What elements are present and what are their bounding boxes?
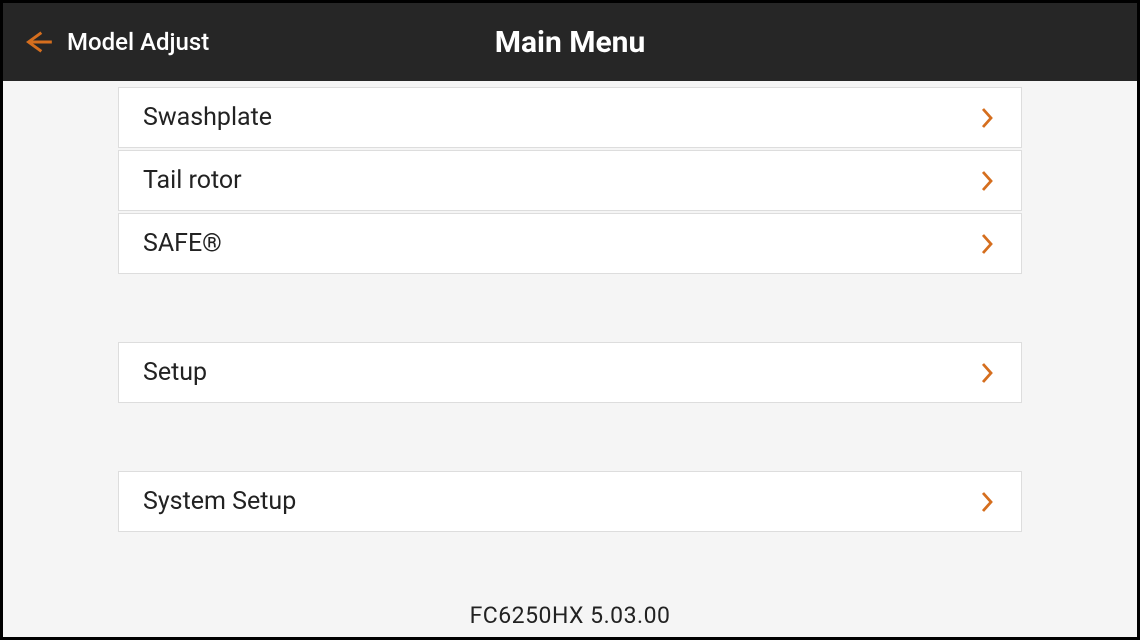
- menu-item-system-setup[interactable]: System Setup: [118, 471, 1022, 532]
- menu-label: Swashplate: [143, 103, 272, 132]
- back-button[interactable]: Model Adjust: [23, 26, 209, 58]
- back-arrow-icon: [23, 26, 55, 58]
- menu-label: Tail rotor: [143, 166, 242, 195]
- menu-item-tail-rotor[interactable]: Tail rotor: [118, 150, 1022, 211]
- page-title: Main Menu: [495, 25, 646, 60]
- version-label: FC6250HX 5.03.00: [470, 602, 671, 629]
- spacer: [118, 403, 1022, 469]
- chevron-right-icon: [977, 492, 997, 512]
- chevron-right-icon: [977, 363, 997, 383]
- menu-label: System Setup: [143, 487, 296, 516]
- menu-item-swashplate[interactable]: Swashplate: [118, 87, 1022, 148]
- menu-item-setup[interactable]: Setup: [118, 342, 1022, 403]
- menu-label: SAFE®: [143, 229, 222, 258]
- content-area: Swashplate Tail rotor SAFE® Setup: [3, 81, 1137, 637]
- header: Model Adjust Main Menu: [3, 3, 1137, 81]
- chevron-right-icon: [977, 108, 997, 128]
- chevron-right-icon: [977, 171, 997, 191]
- menu-item-safe[interactable]: SAFE®: [118, 213, 1022, 274]
- spacer: [118, 274, 1022, 340]
- back-label: Model Adjust: [67, 28, 209, 56]
- chevron-right-icon: [977, 234, 997, 254]
- menu-label: Setup: [143, 358, 207, 387]
